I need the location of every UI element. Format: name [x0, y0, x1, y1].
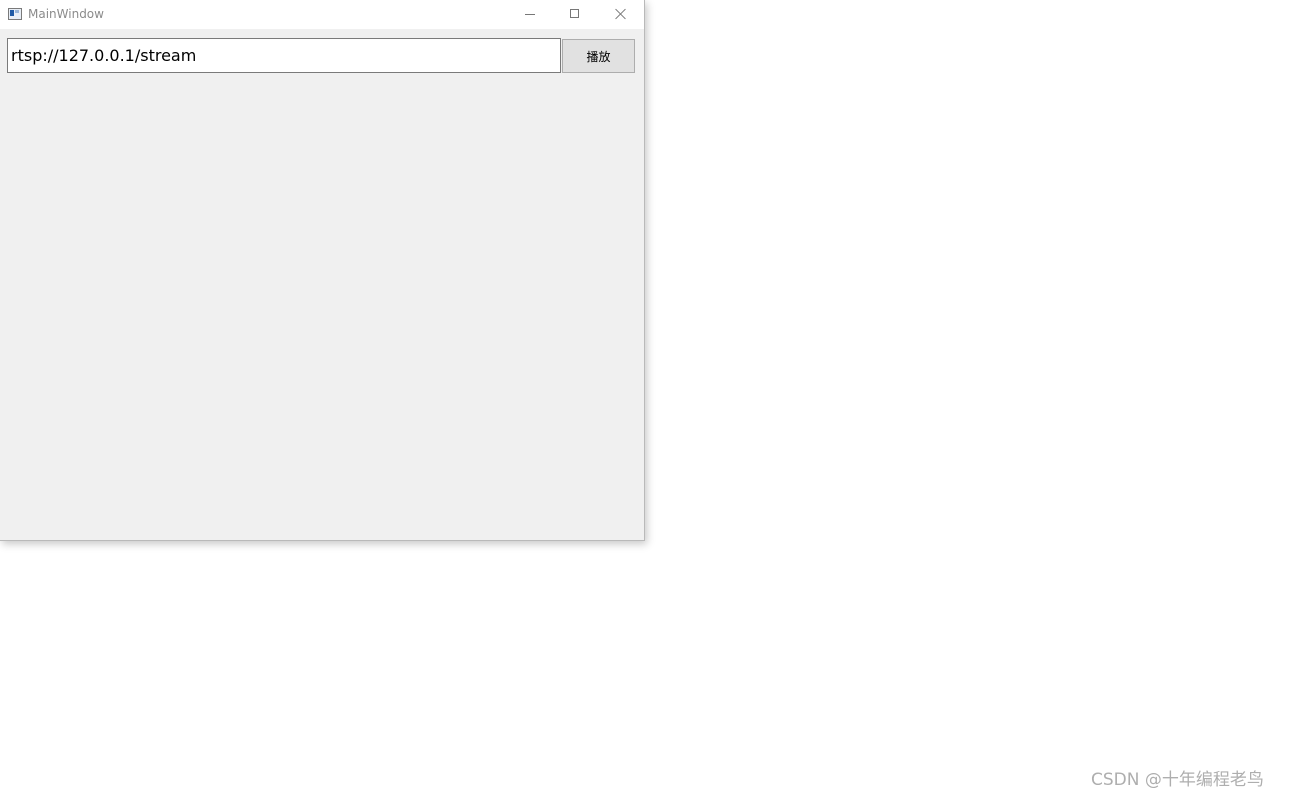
app-window-icon — [8, 8, 22, 20]
window-title: MainWindow — [28, 7, 104, 21]
close-icon — [615, 8, 627, 20]
main-window: MainWindow 播放 — [0, 0, 645, 541]
window-controls — [506, 0, 644, 29]
minimize-button[interactable] — [506, 0, 552, 29]
maximize-button[interactable] — [552, 0, 598, 29]
title-bar[interactable]: MainWindow — [0, 0, 644, 29]
maximize-icon — [570, 9, 579, 18]
minimize-icon — [525, 14, 535, 15]
rtsp-url-input[interactable] — [7, 38, 561, 73]
play-button[interactable]: 播放 — [562, 39, 635, 73]
csdn-watermark: CSDN @十年编程老鸟 — [1091, 770, 1264, 790]
close-button[interactable] — [598, 0, 644, 29]
